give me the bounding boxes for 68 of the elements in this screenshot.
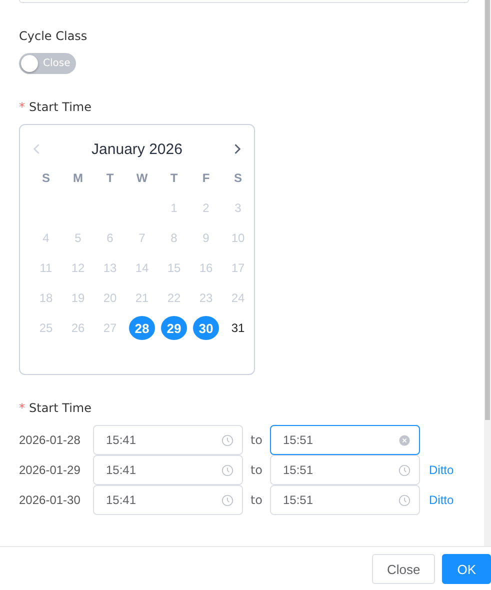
calendar-day: 17 [225,256,251,280]
weekday-label: W [135,170,149,187]
ditto-link[interactable]: Ditto [429,493,454,507]
calendar-day: 23 [193,286,219,310]
time-field[interactable]: 15:41 [93,425,243,455]
clock-icon [221,434,234,446]
calendar-day: 27 [97,316,123,340]
ditto-link[interactable]: Ditto [429,463,454,477]
month-title: January 2026 [92,140,182,158]
field-label: Start Time [29,401,92,415]
calendar-day: 1 [161,196,187,220]
field-label: Cycle Class [19,29,88,43]
clock-icon [221,494,234,506]
calendar-day: 22 [161,286,187,310]
weekday-label: S [232,170,243,187]
calendar-day: 25 [33,316,59,340]
weekday-label: T [105,170,115,187]
calendar-day: 16 [193,256,219,280]
calendar-day: 21 [129,286,155,310]
calendar-day[interactable]: 29 [161,316,187,340]
calendar-day: 6 [97,226,123,250]
weekday-label: F [201,170,211,187]
separator-text: to [249,463,264,477]
clock-icon [398,464,411,476]
calendar-day: 11 [33,256,59,280]
clock-icon [221,464,234,476]
close-button[interactable]: Close [372,554,436,584]
calendar-day: 7 [129,226,155,250]
calendar-day: 13 [97,256,123,280]
date-label: 2026-01-29 [19,463,82,477]
weekday-label: T [169,170,179,187]
time-field[interactable]: 15:51 [270,425,420,455]
date-label: 2026-01-30 [19,493,82,507]
calendar-day: 15 [161,256,187,280]
calendar-day: 19 [65,286,91,310]
calendar-day: 24 [225,286,251,310]
date-label: 2026-01-28 [19,433,82,447]
required-mark: * [19,100,25,114]
ok-button[interactable]: OK [442,554,491,584]
calendar-day: 8 [161,226,187,250]
clock-icon [398,494,411,506]
calendar-day: 9 [193,226,219,250]
time-field[interactable]: 15:51 [270,485,420,515]
calendar-day: 20 [97,286,123,310]
calendar-day: 14 [129,256,155,280]
calendar-day: 2 [193,196,219,220]
field-label: Start Time [29,100,92,114]
clear-icon[interactable] [398,434,411,446]
separator-text: to [249,493,264,507]
required-mark: * [19,401,25,415]
calendar-day: 5 [65,226,91,250]
calendar-day: 26 [65,316,91,340]
calendar-day: 3 [225,196,251,220]
calendar-day: 4 [33,226,59,250]
calendar-day: 10 [225,226,251,250]
calendar-day[interactable]: 31 [225,316,251,340]
time-field[interactable]: 15:41 [93,485,243,515]
separator-text: to [249,433,264,447]
weekday-label: S [40,170,51,187]
calendar-day: 18 [33,286,59,310]
calendar-day[interactable]: 28 [129,316,155,340]
scrollbar[interactable] [484,0,491,546]
calendar-day: 12 [65,256,91,280]
time-field[interactable]: 15:41 [93,455,243,485]
time-field[interactable]: 15:51 [270,455,420,485]
input-field[interactable] [19,0,469,3]
weekday-label: M [72,170,84,187]
calendar-day[interactable]: 30 [193,316,219,340]
